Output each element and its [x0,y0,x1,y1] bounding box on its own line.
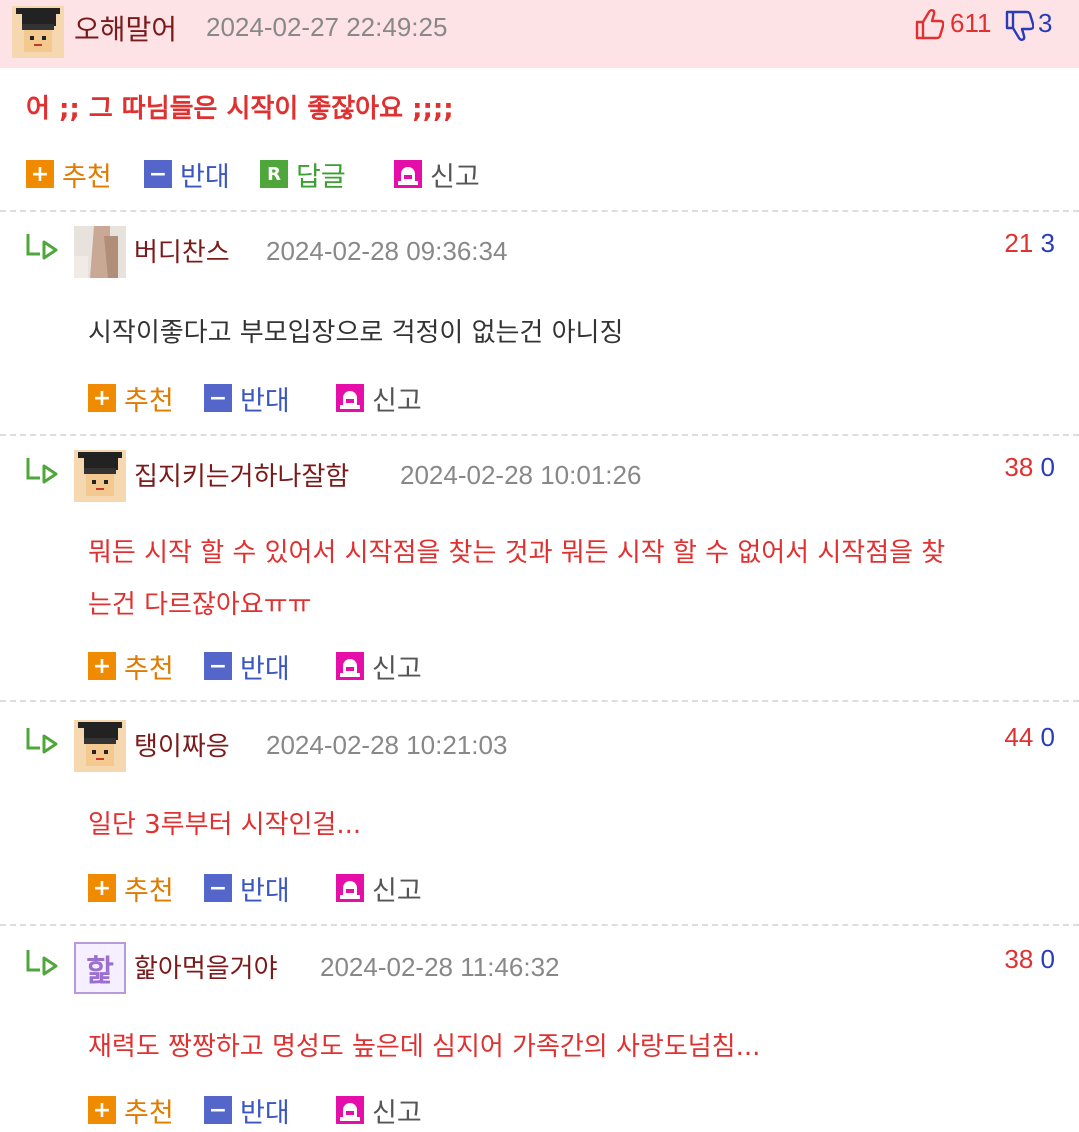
recommend-button[interactable]: + 추천 [88,872,174,907]
comment-author[interactable]: 탱이짜응 [134,726,230,763]
recommend-button[interactable]: + 추천 [88,382,174,417]
comment-content: 재력도 짱짱하고 명성도 높은데 심지어 가족간의 사랑도넘침... [88,1032,761,1062]
siren-icon [336,652,364,680]
divider [0,210,1079,212]
plus-icon: + [88,384,116,412]
report-button[interactable]: 신고 [394,158,480,193]
oppose-button[interactable]: − 반대 [204,650,290,685]
comment-author[interactable]: 핥아먹을거야 [134,948,278,985]
reply-arrow-icon [24,726,60,756]
recommend-button[interactable]: + 추천 [88,650,174,685]
plus-icon: + [88,1096,116,1124]
siren-icon [336,1096,364,1124]
comment-votes: 38 0 [1004,944,1055,975]
comment-content: 일단 3루부터 시작인걸... [88,810,362,840]
report-button[interactable]: 신고 [336,1094,422,1129]
report-button[interactable]: 신고 [336,382,422,417]
comment-timestamp: 2024-02-28 11:46:32 [320,952,560,982]
report-label: 신고 [372,385,422,417]
recommend-label: 추천 [124,385,174,417]
report-label: 신고 [372,875,422,907]
post-timestamp: 2024-02-27 22:49:25 [206,12,448,42]
comment-content: 시작이좋다고 부모입장으로 걱정이 없는건 아니징 [88,318,624,348]
post-downvotes: 3 [1038,8,1053,38]
comment-downvotes: 0 [1040,452,1055,482]
comment-content: 뭐든 시작 할 수 있어서 시작점을 찾는 것과 뭐든 시작 할 수 없어서 시… [88,538,946,568]
comment-content: 는건 다르잖아요ㅠㅠ [88,590,312,620]
comment-timestamp: 2024-02-28 10:01:26 [400,460,642,490]
reply-button[interactable]: R 답글 [260,158,346,193]
siren-icon [336,384,364,412]
comment-downvotes: 0 [1040,944,1055,974]
r-icon: R [260,160,288,188]
minus-icon: − [204,1096,232,1124]
oppose-label: 반대 [240,385,290,417]
report-label: 신고 [372,653,422,685]
minus-icon: − [204,652,232,680]
comment-upvotes: 38 [1004,944,1034,974]
plus-icon: + [26,160,54,188]
comment-timestamp: 2024-02-28 10:21:03 [266,730,508,760]
post-upvotes: 611 [950,8,992,38]
minus-icon: − [144,160,172,188]
reply-arrow-icon [24,948,60,978]
minus-icon: − [204,874,232,902]
divider [0,700,1079,702]
report-button[interactable]: 신고 [336,650,422,685]
avatar-letter: 핥 [86,954,114,989]
reply-arrow-icon [24,232,60,262]
avatar-graduate[interactable] [12,6,64,58]
plus-icon: + [88,652,116,680]
comment-timestamp: 2024-02-28 09:36:34 [266,236,508,266]
recommend-button[interactable]: + 추천 [88,1094,174,1129]
post-author[interactable]: 오해말어 [74,8,177,48]
graduate-cap-icon [74,450,126,502]
siren-icon [394,160,422,188]
oppose-label: 반대 [240,1097,290,1129]
avatar-text[interactable]: 핥 [74,942,126,994]
photo-thumbnail-icon [74,226,126,278]
comment-downvotes: 0 [1040,722,1055,752]
recommend-label: 추천 [124,653,174,685]
avatar-photo[interactable] [74,226,126,278]
oppose-button[interactable]: − 반대 [204,382,290,417]
divider [0,924,1079,926]
minus-icon: − [204,384,232,412]
comment-votes: 21 3 [1004,228,1055,259]
oppose-button[interactable]: − 반대 [204,1094,290,1129]
oppose-button[interactable]: − 반대 [204,872,290,907]
comment-author[interactable]: 버디찬스 [134,232,230,269]
avatar-graduate[interactable] [74,450,126,502]
oppose-label: 반대 [240,875,290,907]
report-label: 신고 [372,1097,422,1129]
comment-downvotes: 3 [1040,228,1055,258]
comment-upvotes: 21 [1004,228,1034,258]
thumbs-up-icon[interactable] [914,8,945,40]
divider [0,434,1079,436]
graduate-cap-icon [12,6,64,58]
comment-votes: 44 0 [1004,722,1055,753]
thumbs-down-icon[interactable] [1004,10,1035,42]
comment-upvotes: 44 [1004,722,1034,752]
siren-icon [336,874,364,902]
oppose-label: 반대 [240,653,290,685]
report-button[interactable]: 신고 [336,872,422,907]
reply-arrow-icon [24,456,60,486]
plus-icon: + [88,874,116,902]
recommend-button[interactable]: + 추천 [26,158,112,193]
avatar-graduate[interactable] [74,720,126,772]
oppose-button[interactable]: − 반대 [144,158,230,193]
recommend-label: 추천 [124,875,174,907]
post-header: 오해말어 2024-02-27 22:49:25 611 3 [0,0,1079,68]
graduate-cap-icon [74,720,126,772]
comment-author[interactable]: 집지키는거하나잘함 [134,456,349,493]
comment-upvotes: 38 [1004,452,1034,482]
comment-votes: 38 0 [1004,452,1055,483]
post-content: 어 ;; 그 따님들은 시작이 좋잖아요 ;;;; [26,94,454,124]
recommend-label: 추천 [124,1097,174,1129]
